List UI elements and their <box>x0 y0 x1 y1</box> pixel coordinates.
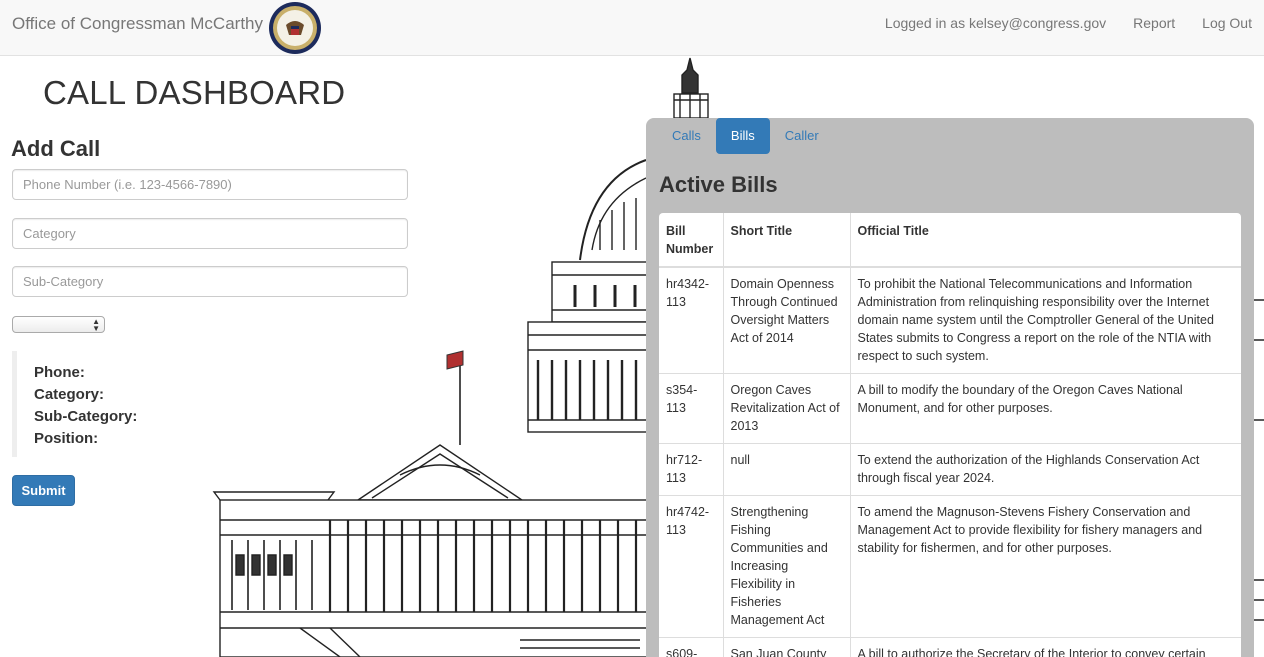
logged-in-user: Logged in as kelsey@congress.gov <box>884 15 1107 31</box>
bill-number-cell: hr4742-113 <box>659 495 724 638</box>
bill-number-cell: hr4342-113 <box>659 266 724 374</box>
select-arrows-icon: ▲ ▼ <box>92 317 100 333</box>
bill-number-cell: s354-113 <box>659 373 724 444</box>
category-input[interactable] <box>12 218 408 249</box>
logout-link[interactable]: Log Out <box>1202 15 1252 31</box>
summary-category-label: Category: <box>34 386 105 403</box>
page-title: CALL DASHBOARD <box>43 74 346 111</box>
tab-caller[interactable]: Caller <box>770 118 834 154</box>
call-summary: Phone: Category: Sub-Category: Position: <box>12 351 212 457</box>
column-header-official-title: Official Title <box>850 213 1241 268</box>
bills-table-container[interactable]: Bill Number Short Title Official Title h… <box>659 213 1241 657</box>
congress-seal-icon <box>269 2 321 54</box>
tab-calls[interactable]: Calls <box>657 118 716 154</box>
short-title-cell: Oregon Caves Revitalization Act of 2013 <box>723 373 851 444</box>
active-bills-heading: Active Bills <box>659 172 778 197</box>
table-row[interactable]: hr712-113 null To extend the authorizati… <box>659 443 1241 496</box>
brand-title[interactable]: Office of Congressman McCarthy <box>12 14 263 34</box>
bill-number-cell: s609- <box>659 637 724 657</box>
bills-panel: Calls Bills Caller Active Bills Bill Num… <box>646 118 1254 657</box>
add-call-heading: Add Call <box>11 136 101 161</box>
official-title-cell: To amend the Magnuson-Stevens Fishery Co… <box>850 495 1241 638</box>
phone-number-input[interactable] <box>12 169 408 200</box>
table-row[interactable]: s354-113 Oregon Caves Revitalization Act… <box>659 373 1241 444</box>
table-row[interactable]: hr4742-113 Strengthening Fishing Communi… <box>659 495 1241 638</box>
official-title-cell: To prohibit the National Telecommunicati… <box>850 266 1241 374</box>
panel-tabs: Calls Bills Caller <box>657 118 834 154</box>
table-header-row: Bill Number Short Title Official Title <box>659 213 1241 268</box>
official-title-cell: A bill to modify the boundary of the Ore… <box>850 373 1241 444</box>
summary-position-label: Position: <box>34 430 99 447</box>
report-link[interactable]: Report <box>1133 15 1175 31</box>
navbar: Office of Congressman McCarthy Logged in… <box>0 0 1264 56</box>
table-row[interactable]: hr4342-113 Domain Openness Through Conti… <box>659 266 1241 374</box>
official-title-cell: To extend the authorization of the Highl… <box>850 443 1241 496</box>
short-title-cell: Domain Openness Through Continued Oversi… <box>723 266 851 374</box>
bills-table: Bill Number Short Title Official Title h… <box>659 213 1241 657</box>
subcategory-input[interactable] <box>12 266 408 297</box>
summary-subcategory-label: Sub-Category: <box>34 408 138 425</box>
submit-button[interactable]: Submit <box>12 475 75 506</box>
official-title-cell: A bill to authorize the Secretary of the… <box>850 637 1241 657</box>
column-header-bill-number: Bill Number <box>659 213 724 268</box>
position-select[interactable]: ▲ ▼ <box>12 316 105 333</box>
column-header-short-title: Short Title <box>723 213 851 268</box>
short-title-cell: null <box>723 443 851 496</box>
short-title-cell: San Juan County <box>723 637 851 657</box>
short-title-cell: Strengthening Fishing Communities and In… <box>723 495 851 638</box>
table-row[interactable]: s609- San Juan County A bill to authoriz… <box>659 637 1241 657</box>
tab-bills[interactable]: Bills <box>715 118 770 154</box>
summary-phone-label: Phone: <box>34 364 85 381</box>
bill-number-cell: hr712-113 <box>659 443 724 496</box>
